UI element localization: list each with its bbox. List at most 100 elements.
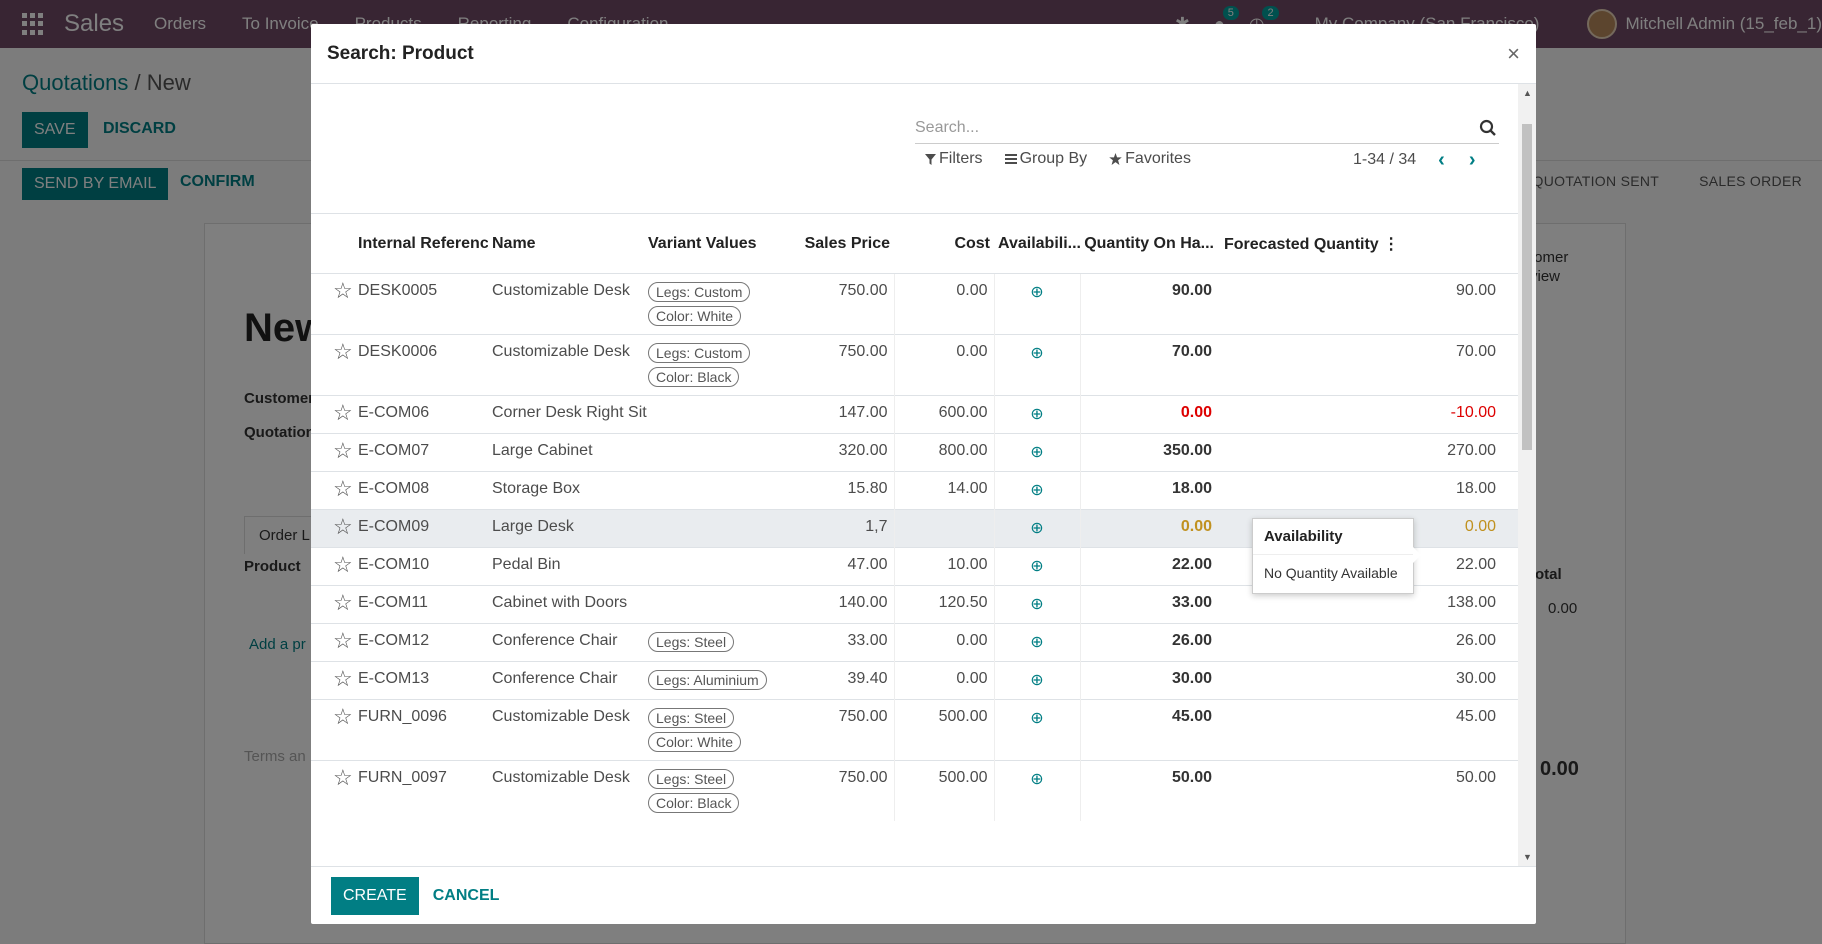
favorite-star-icon[interactable]: ☆ <box>315 553 353 575</box>
table-row[interactable]: ☆ E-COM07 Large Cabinet 320.00 800.00 ⊕ 350.00… <box>311 432 1518 471</box>
pager-next-icon[interactable]: › <box>1469 150 1476 170</box>
availability-widget-icon[interactable]: ⊕ <box>999 632 1076 652</box>
cell-forecasted-quantity: 18.00 <box>1218 470 1518 509</box>
cell-sales-price: 39.40 <box>794 660 894 699</box>
favorite-star-icon[interactable]: ☆ <box>315 667 353 689</box>
cell-forecasted-quantity: 70.00 <box>1218 333 1518 395</box>
pager-previous-icon[interactable]: ‹ <box>1438 150 1445 170</box>
availability-widget-icon[interactable]: ⊕ <box>999 556 1076 576</box>
variant-tag: Color: White <box>648 305 742 326</box>
favorite-cell: ☆ <box>311 698 354 760</box>
cell-availability: ⊕ <box>993 508 1080 547</box>
cell-name: Conference Chair <box>488 622 644 661</box>
col-name[interactable]: Name <box>488 215 644 274</box>
favorite-star-icon[interactable]: ☆ <box>315 766 353 788</box>
availability-widget-icon[interactable]: ⊕ <box>999 594 1076 614</box>
favorite-star-icon[interactable]: ☆ <box>315 401 353 423</box>
close-icon[interactable]: × <box>1507 41 1520 67</box>
cell-quantity-on-hand: 350.00 <box>1079 432 1218 471</box>
variant-tag: Legs: Steel <box>648 631 735 652</box>
cell-cost: 0.00 <box>893 333 994 395</box>
availability-widget-icon[interactable]: ⊕ <box>999 708 1076 728</box>
cell-sales-price: 47.00 <box>794 546 894 585</box>
cell-availability: ⊕ <box>993 698 1080 760</box>
create-button[interactable]: CREATE <box>331 876 419 915</box>
availability-widget-icon[interactable]: ⊕ <box>999 404 1076 424</box>
cell-variant-values: Legs: Aluminium <box>644 660 794 699</box>
cell-availability: ⊕ <box>993 470 1080 509</box>
col-favorite <box>311 215 354 274</box>
table-header-row: Internal Reference Name Variant Values S… <box>311 215 1518 274</box>
popover-arrow <box>1413 547 1421 563</box>
filters-button[interactable]: Filters <box>925 150 983 168</box>
cell-sales-price: 750.00 <box>794 333 894 395</box>
favorite-star-icon[interactable]: ☆ <box>315 705 353 727</box>
cell-sales-price: 15.80 <box>794 470 894 509</box>
cell-quantity-on-hand: 26.00 <box>1079 622 1218 661</box>
cell-name: Large Desk <box>488 508 644 547</box>
group-by-button[interactable]: Group By <box>1004 150 1088 168</box>
search-input[interactable] <box>915 118 1479 137</box>
table-row[interactable]: ☆ DESK0005 Customizable Desk Legs: Custom Co… <box>311 272 1518 334</box>
col-availability[interactable]: Availabili... <box>994 215 1080 274</box>
cell-quantity-on-hand: 90.00 <box>1079 272 1218 334</box>
availability-widget-icon[interactable]: ⊕ <box>999 769 1076 789</box>
favorite-star-icon[interactable]: ☆ <box>315 340 353 362</box>
col-forecasted-quantity[interactable]: Forecasted Quantity ⋮ <box>1218 215 1518 274</box>
table-row[interactable]: ☆ DESK0006 Customizable Desk Legs: Custom Co… <box>311 333 1518 395</box>
group-by-label: Group By <box>1019 150 1088 167</box>
cell-quantity-on-hand: 70.00 <box>1079 333 1218 395</box>
table-row[interactable]: ☆ E-COM08 Storage Box 15.80 14.00 ⊕ 18.00 18.00 <box>311 470 1518 509</box>
availability-popover: Availability No Quantity Available <box>1252 518 1421 594</box>
scroll-down-icon[interactable]: ▼ <box>1523 852 1532 862</box>
cell-availability: ⊕ <box>993 272 1080 334</box>
availability-widget-icon[interactable]: ⊕ <box>999 442 1076 462</box>
col-internal-reference[interactable]: Internal Reference <box>354 215 488 274</box>
availability-widget-icon[interactable]: ⊕ <box>999 282 1076 302</box>
table-row[interactable]: ☆ E-COM13 Conference Chair Legs: Aluminium 3… <box>311 660 1518 699</box>
favorite-star-icon[interactable]: ☆ <box>315 629 353 651</box>
pager-value[interactable]: 1-34 / 34 <box>1353 151 1416 169</box>
optional-columns-icon[interactable]: ⋮ <box>1383 236 1399 253</box>
col-cost[interactable]: Cost <box>894 215 994 274</box>
availability-widget-icon[interactable]: ⊕ <box>999 518 1076 538</box>
cell-internal-reference: E-COM10 <box>354 546 488 585</box>
favorites-button[interactable]: Favorites <box>1109 150 1191 168</box>
cell-internal-reference: E-COM11 <box>354 584 488 623</box>
availability-widget-icon[interactable]: ⊕ <box>999 343 1076 363</box>
favorite-star-icon[interactable]: ☆ <box>315 591 353 613</box>
cell-cost: 120.50 <box>893 584 994 623</box>
cell-variant-values <box>644 584 794 623</box>
favorite-star-icon[interactable]: ☆ <box>315 279 353 301</box>
cell-quantity-on-hand: 0.00 <box>1079 508 1218 547</box>
cancel-button[interactable]: CANCEL <box>433 887 500 905</box>
scrollbar-thumb[interactable] <box>1522 124 1532 450</box>
variant-tag: Color: Black <box>648 792 740 813</box>
availability-widget-icon[interactable]: ⊕ <box>999 670 1076 690</box>
favorite-star-icon[interactable]: ☆ <box>315 439 353 461</box>
cell-variant-values <box>644 432 794 471</box>
favorite-cell: ☆ <box>311 272 354 334</box>
availability-widget-icon[interactable]: ⊕ <box>999 480 1076 500</box>
cell-cost <box>893 508 994 547</box>
scroll-up-icon[interactable]: ▲ <box>1523 88 1532 98</box>
favorite-star-icon[interactable]: ☆ <box>315 477 353 499</box>
cell-quantity-on-hand: 30.00 <box>1079 660 1218 699</box>
search-icon[interactable] <box>1479 119 1497 137</box>
cell-quantity-on-hand: 33.00 <box>1079 584 1218 623</box>
favorite-cell: ☆ <box>311 470 354 509</box>
table-row[interactable]: ☆ E-COM06 Corner Desk Right Sit 147.00 600.0… <box>311 394 1518 433</box>
favorite-cell: ☆ <box>311 432 354 471</box>
table-row[interactable]: ☆ FURN_0096 Customizable Desk Legs: Steel Co… <box>311 698 1518 760</box>
list-scrollbar[interactable]: ▲ ▼ <box>1518 84 1536 866</box>
table-row[interactable]: ☆ E-COM12 Conference Chair Legs: Steel 33.00… <box>311 622 1518 661</box>
table-row[interactable]: ☆ FURN_0097 Customizable Desk Legs: Steel Co… <box>311 759 1518 821</box>
favorite-cell: ☆ <box>311 660 354 699</box>
favorite-star-icon[interactable]: ☆ <box>315 515 353 537</box>
col-variant-values[interactable]: Variant Values <box>644 215 794 274</box>
col-sales-price[interactable]: Sales Price <box>794 215 894 274</box>
group-by-icon <box>1004 154 1017 164</box>
cell-availability: ⊕ <box>993 660 1080 699</box>
col-quantity-on-hand[interactable]: Quantity On Ha... <box>1080 215 1218 274</box>
favorite-cell: ☆ <box>311 333 354 395</box>
